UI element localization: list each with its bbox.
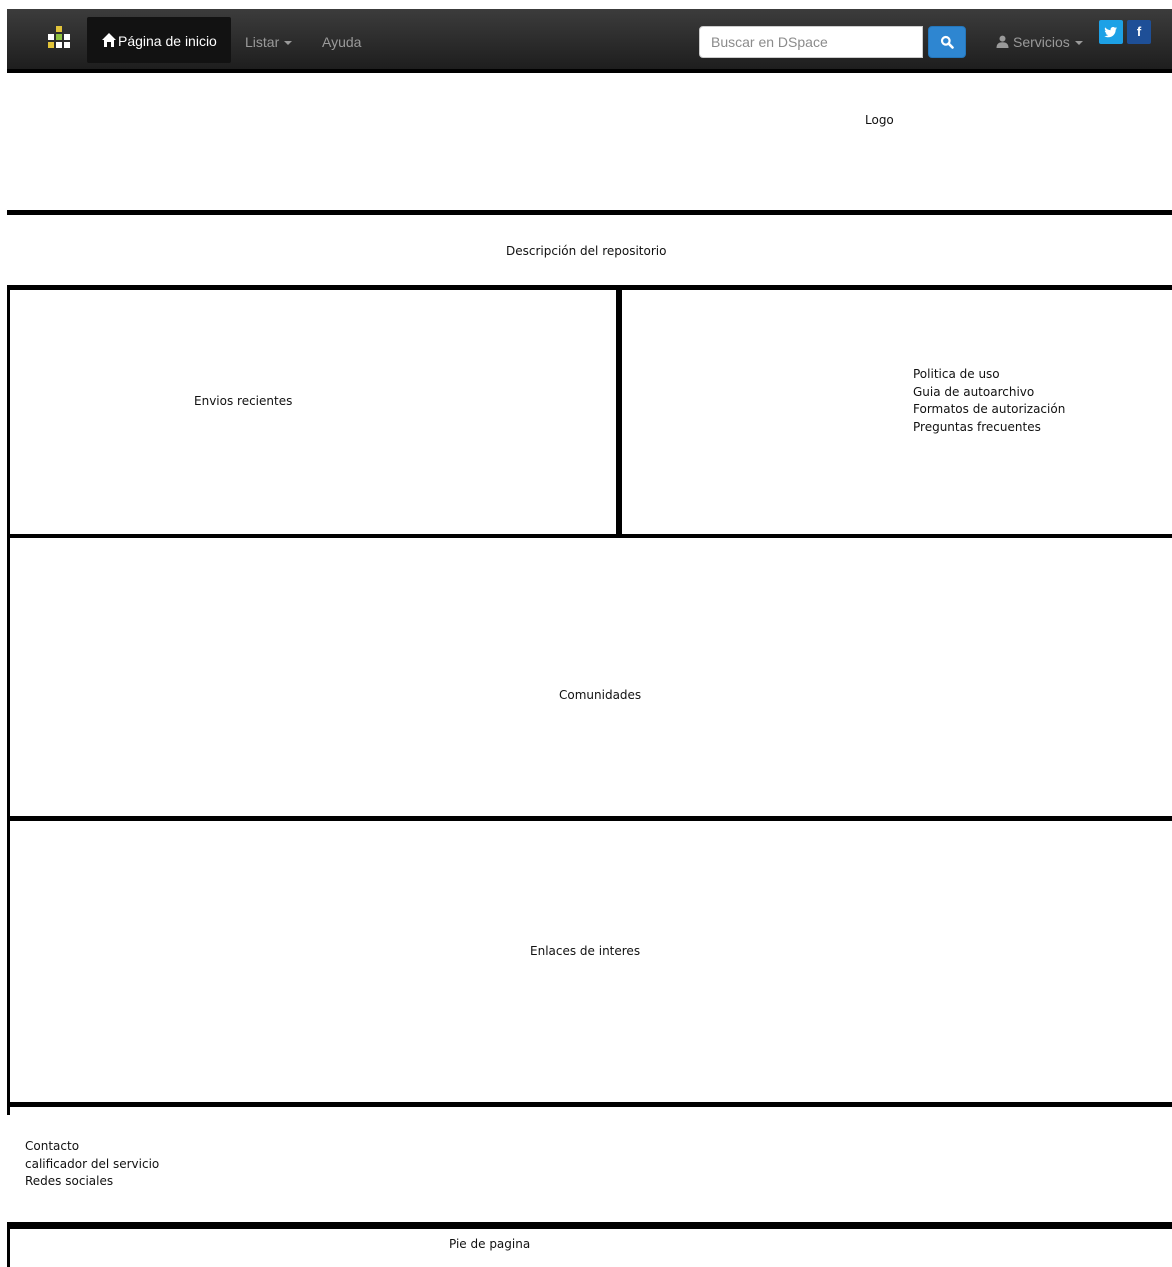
divider-line xyxy=(7,1222,1172,1229)
divider-line xyxy=(7,210,1172,215)
repository-description: Descripción del repositorio xyxy=(506,244,667,258)
footer-block: Pie de pagina xyxy=(449,1237,531,1251)
services-dropdown[interactable]: Servicios xyxy=(1013,34,1083,50)
nav-browse-dropdown[interactable]: Listar xyxy=(245,34,293,50)
info-link[interactable]: Politica de uso xyxy=(913,366,1065,384)
info-link[interactable]: Formatos de autorización xyxy=(913,401,1065,419)
services-label: Servicios xyxy=(1013,34,1070,50)
communities-block: Comunidades xyxy=(559,688,642,702)
info-links-list: Politica de uso Guia de autoarchivo Form… xyxy=(913,366,1065,436)
search-input[interactable] xyxy=(699,26,923,58)
logo-placeholder: Logo xyxy=(865,113,894,127)
left-border-line xyxy=(7,285,10,1115)
divider-line xyxy=(7,534,1172,538)
info-link[interactable]: Preguntas frecuentes xyxy=(913,419,1065,437)
divider-line xyxy=(7,816,1172,821)
home-icon xyxy=(102,33,116,47)
divider-line xyxy=(7,285,1172,290)
contact-item[interactable]: Redes sociales xyxy=(25,1173,159,1191)
user-icon xyxy=(996,35,1009,48)
chevron-down-icon xyxy=(1074,41,1083,46)
nav-home-label[interactable]: Página de inicio xyxy=(118,33,217,49)
facebook-button[interactable]: f xyxy=(1127,20,1151,44)
links-of-interest-block: Enlaces de interes xyxy=(530,944,641,958)
twitter-button[interactable] xyxy=(1099,20,1123,44)
twitter-icon xyxy=(1104,27,1117,38)
contact-list: Contacto calificador del servicio Redes … xyxy=(25,1138,159,1191)
facebook-icon: f xyxy=(1136,24,1142,39)
navbar-bottom-border xyxy=(7,69,1172,73)
chevron-down-icon xyxy=(284,41,293,46)
search-button[interactable] xyxy=(928,26,966,58)
dspace-logo-icon[interactable] xyxy=(42,22,76,56)
contact-item[interactable]: Contacto xyxy=(25,1138,159,1156)
info-link[interactable]: Guia de autoarchivo xyxy=(913,384,1065,402)
nav-browse-label: Listar xyxy=(245,34,280,50)
divider-line xyxy=(7,1102,1172,1107)
contact-item[interactable]: calificador del servicio xyxy=(25,1156,159,1174)
recent-submissions-block: Envios recientes xyxy=(194,394,293,408)
nav-help-link[interactable]: Ayuda xyxy=(322,34,361,50)
search-icon xyxy=(940,35,954,49)
column-divider xyxy=(616,290,622,536)
left-border-line xyxy=(7,1222,10,1267)
